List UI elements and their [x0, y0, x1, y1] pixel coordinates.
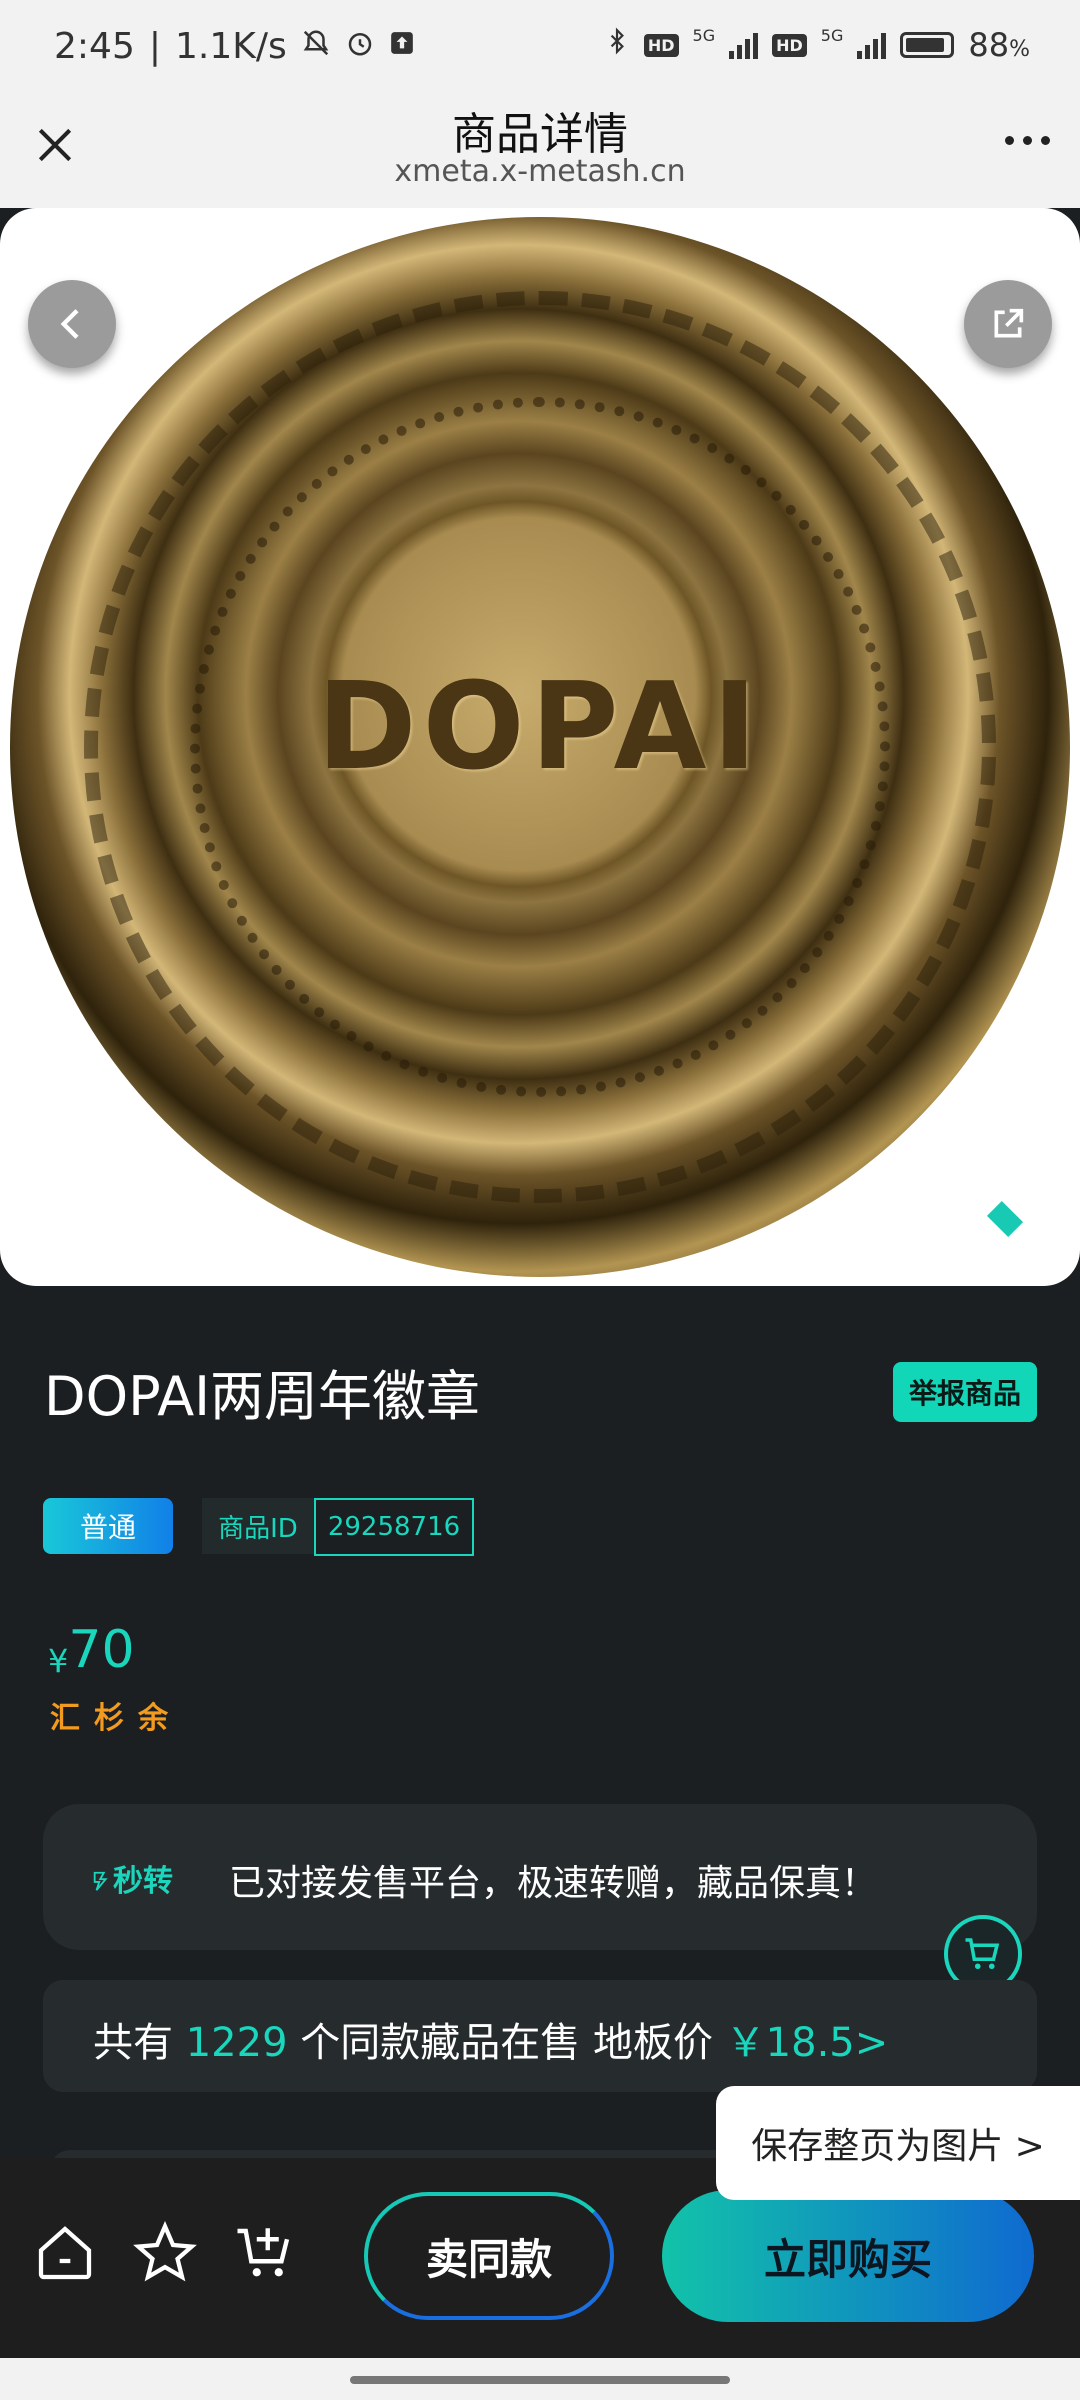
product-image: DOPAI: [0, 208, 1080, 1286]
transfer-label-text: 秒转: [113, 1864, 173, 1899]
add-to-cart-icon[interactable]: [230, 2218, 300, 2288]
star-icon[interactable]: [130, 2218, 200, 2288]
status-speed: 1.1K/s: [174, 26, 287, 67]
home-indicator[interactable]: [0, 2358, 1080, 2400]
battery-level: 88%: [968, 26, 1030, 64]
cart-icon: [965, 1938, 1000, 1970]
listing-count: 1229: [185, 2020, 288, 2066]
network-type-2: 5G: [820, 25, 844, 45]
floor-price: ￥18.5>: [725, 2020, 889, 2066]
bolt-icon: [93, 1871, 108, 1891]
home-icon[interactable]: [30, 2218, 100, 2288]
battery-icon: [900, 32, 955, 58]
rarity-tag: 普通: [43, 1498, 173, 1554]
network-type: 5G: [692, 25, 716, 45]
page-url: xmeta.x-metash.cn: [394, 154, 686, 189]
more-menu-icon[interactable]: [1005, 136, 1050, 145]
carousel-indicator: [986, 1200, 1024, 1238]
instant-transfer-label: 秒转: [91, 1856, 173, 1900]
alarm-clock-icon: [345, 28, 375, 66]
upload-icon: [389, 29, 415, 64]
bluetooth-icon: [604, 26, 630, 64]
battery-percent-value: 88: [968, 26, 1010, 64]
currency-symbol: ¥: [48, 1642, 69, 1680]
payment-method: 汇杉余: [50, 1701, 182, 1736]
coin-text: DOPAI: [316, 658, 764, 797]
price-value: 70: [68, 1620, 135, 1680]
status-separator: |: [148, 26, 161, 67]
buy-now-button[interactable]: 立即购买: [662, 2190, 1034, 2322]
signal-icon: [729, 31, 759, 59]
share-button[interactable]: [964, 280, 1052, 368]
status-bar: 2:45 | 1.1K/s HD 5G HD 5G 88%: [0, 0, 1080, 96]
market-listing-text: 共有 1229 个同款藏品在售 地板价 ￥18.5>: [93, 2010, 888, 2068]
product-id-label: 商品ID: [202, 1498, 314, 1554]
product-name: DOPAI两周年徽章: [44, 1365, 481, 1428]
status-right: HD 5G HD 5G 88%: [604, 26, 1030, 64]
chevron-left-icon: [60, 309, 79, 339]
signal-icon-2: [857, 31, 887, 59]
battery-percent-sign: %: [1009, 37, 1030, 62]
status-left: 2:45 | 1.1K/s: [54, 26, 415, 67]
market-listing-card[interactable]: 共有 1229 个同款藏品在售 地板价 ￥18.5>: [43, 1980, 1037, 2092]
transfer-info-card: 秒转 已对接发售平台，极速转赠，藏品保真！: [43, 1804, 1037, 1950]
share-icon: [994, 308, 1024, 338]
transfer-description: 已对接发售平台，极速转赠，藏品保真！: [229, 1863, 878, 1904]
price: ¥70: [48, 1620, 135, 1680]
hd-badge-icon-2: HD: [772, 33, 807, 57]
back-button[interactable]: [28, 280, 116, 368]
mute-bell-icon: [301, 28, 331, 66]
status-time: 2:45: [54, 26, 135, 67]
hd-badge-icon: HD: [643, 33, 679, 57]
top-nav: 商品详情 xmeta.x-metash.cn: [0, 96, 1080, 208]
product-id-value[interactable]: 29258716: [314, 1498, 474, 1556]
page-title: 商品详情: [452, 109, 628, 160]
report-product-button[interactable]: 举报商品: [892, 1362, 1037, 1422]
sell-same-button[interactable]: 卖同款: [364, 2192, 614, 2320]
save-page-as-image-button[interactable]: 保存整页为图片 >: [716, 2086, 1080, 2200]
market-prefix: 共有: [93, 2020, 173, 2066]
market-middle-text: 个同款藏品在售 地板价: [300, 2020, 713, 2066]
